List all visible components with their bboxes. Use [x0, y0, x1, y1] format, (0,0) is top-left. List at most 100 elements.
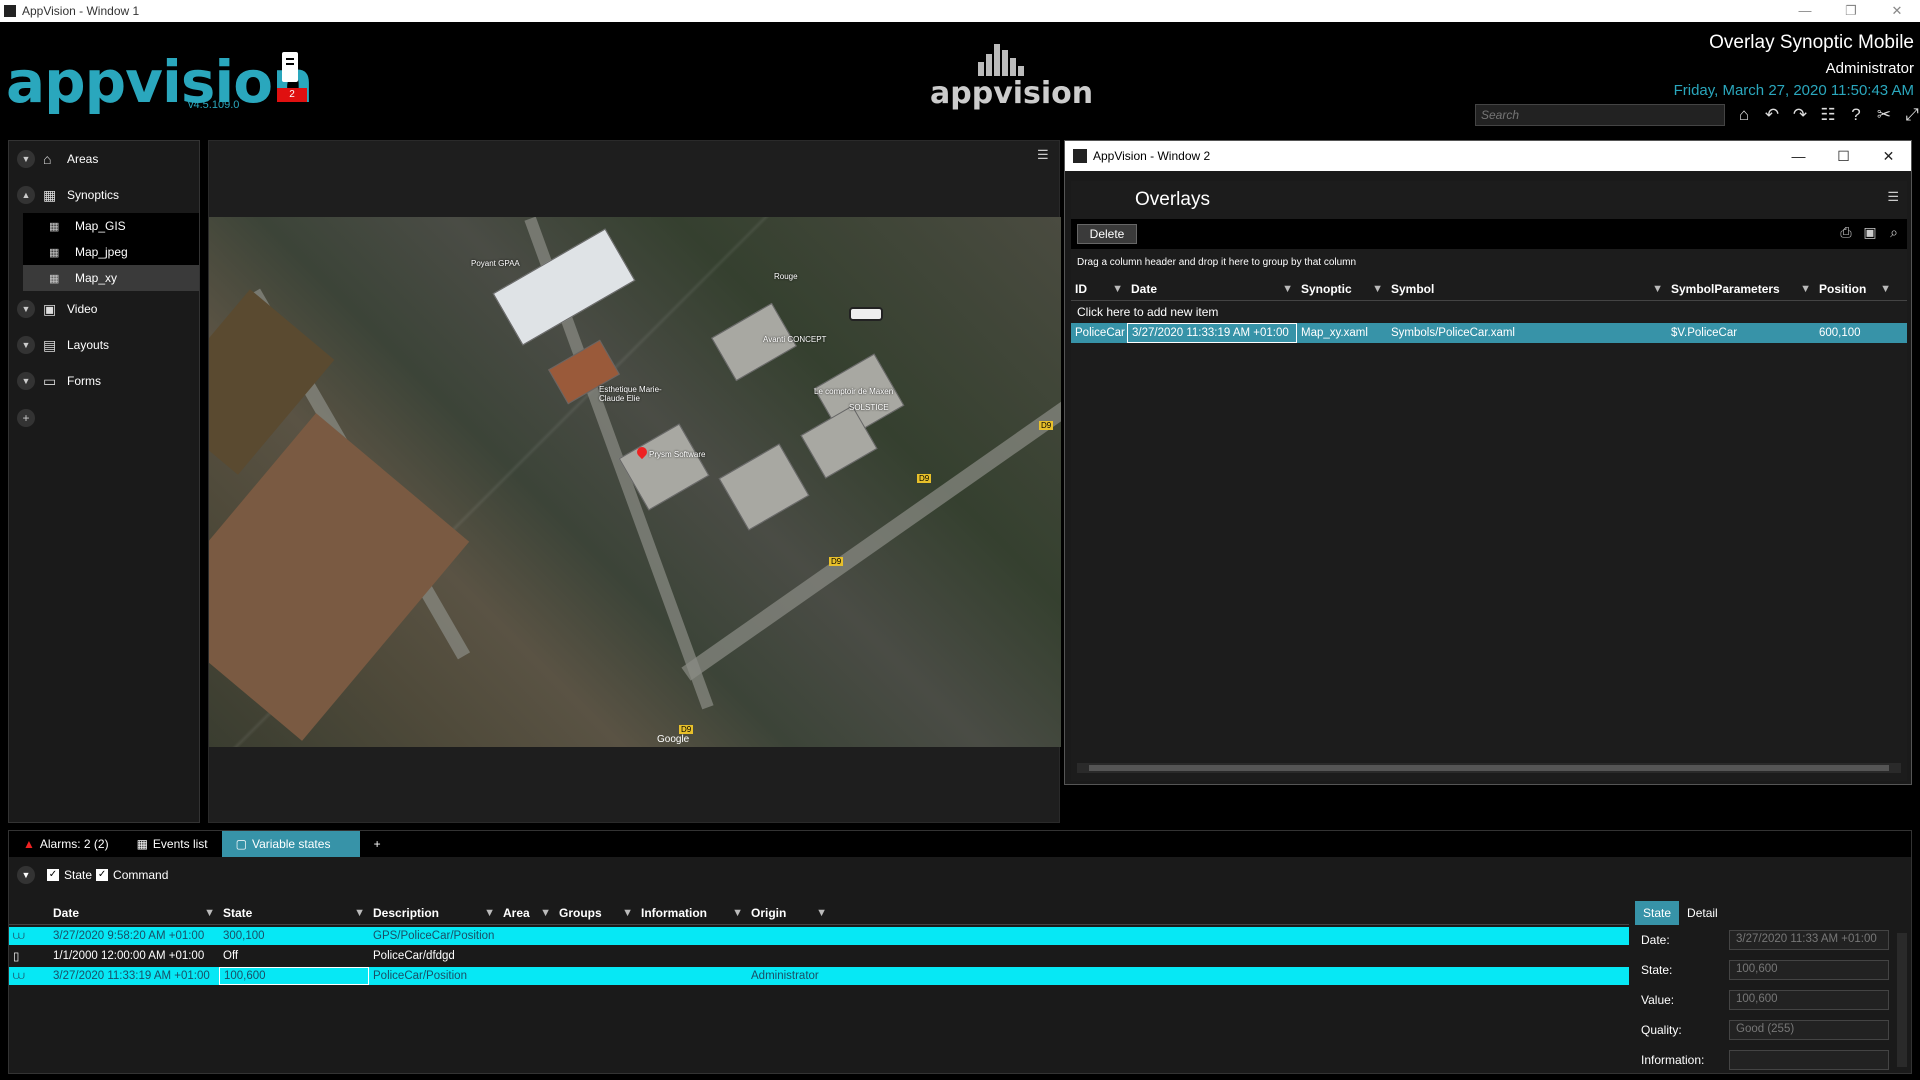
cell-date[interactable]: 3/27/2020 11:33:19 AM +01:00 [1127, 323, 1297, 343]
tab-events-list[interactable]: ▦ Events list [123, 831, 222, 857]
chevron-down-icon[interactable]: ▼ [17, 150, 35, 168]
close-button[interactable]: ✕ [1866, 148, 1911, 165]
column-header-information[interactable]: Information ▼ [637, 901, 747, 924]
cell-information[interactable] [637, 947, 747, 965]
column-header-state[interactable]: State ▼ [219, 901, 369, 924]
fullscreen-icon[interactable]: ⤢ [1901, 104, 1920, 126]
column-header-position[interactable]: Position ▼ [1815, 277, 1895, 300]
cell-information[interactable] [637, 927, 747, 945]
filter-icon[interactable]: ▼ [1880, 283, 1891, 295]
table-row[interactable]: ▯ 1/1/2000 12:00:00 AM +01:00 Off Police… [9, 947, 1629, 965]
cell-origin[interactable]: Administrator [747, 967, 831, 985]
chevron-down-icon[interactable]: ▼ [17, 300, 35, 318]
cell-information[interactable] [637, 967, 747, 985]
police-car-symbol[interactable] [849, 307, 883, 321]
column-header-symbolparameters[interactable]: SymbolParameters ▼ [1667, 277, 1815, 300]
horizontal-scrollbar[interactable] [1077, 763, 1901, 773]
sidebar-item-forms[interactable]: ▼ ▭ Forms [9, 363, 199, 399]
print-icon[interactable]: ⎙ [1837, 224, 1855, 242]
filter-icon[interactable]: ▼ [1372, 283, 1383, 295]
column-header-area[interactable]: Area ▼ [499, 901, 555, 924]
tab-detail[interactable]: Detail [1679, 901, 1726, 925]
sidebar-item-layouts[interactable]: ▼ ▤ Layouts [9, 327, 199, 363]
information-field[interactable] [1729, 1050, 1889, 1070]
filter-icon[interactable]: ▼ [484, 907, 495, 919]
hamburger-menu-icon[interactable]: ☰ [1887, 189, 1899, 205]
cell-origin[interactable] [747, 927, 831, 945]
close-button[interactable]: ✕ [1874, 3, 1920, 19]
add-new-item-row[interactable]: Click here to add new item [1071, 301, 1907, 323]
cell-area[interactable] [499, 947, 555, 965]
cell-area[interactable] [499, 927, 555, 945]
filter-icon[interactable]: ▼ [540, 907, 551, 919]
synoptic-item-map-gis[interactable]: ▦ Map_GIS [23, 213, 199, 239]
cell-symbol[interactable]: Symbols/PoliceCar.xaml [1387, 323, 1667, 343]
back-icon[interactable]: ↶ [1761, 104, 1783, 126]
column-header-id[interactable]: ID ▼ [1071, 277, 1127, 300]
command-checkbox[interactable]: ✓ [96, 869, 109, 881]
column-header-origin[interactable]: Origin ▼ [747, 901, 831, 924]
sidebar-item-video[interactable]: ▼ ▣ Video [9, 291, 199, 327]
table-row[interactable]: PoliceCar 3/27/2020 11:33:19 AM +01:00 M… [1071, 323, 1907, 343]
cell-groups[interactable] [555, 947, 637, 965]
filter-icon[interactable]: ▼ [622, 907, 633, 919]
search-icon[interactable]: ⌕ [1885, 224, 1903, 242]
state-checkbox[interactable]: ✓ [47, 869, 59, 881]
filter-icon[interactable]: ▼ [354, 907, 365, 919]
synoptic-item-map-xy[interactable]: ▦ Map_xy [23, 265, 199, 291]
column-header-groups[interactable]: Groups ▼ [555, 901, 637, 924]
cell-date[interactable]: 3/27/2020 11:33:19 AM +01:00 [49, 967, 219, 985]
filter-icon[interactable]: ▼ [204, 907, 215, 919]
state-field[interactable]: 100,600 [1729, 960, 1889, 980]
minimize-button[interactable]: — [1776, 148, 1821, 165]
filter-icon[interactable]: ▼ [1800, 283, 1811, 295]
quality-field[interactable]: Good (255) [1729, 1020, 1889, 1040]
hamburger-menu-icon[interactable]: ☰ [1037, 147, 1053, 163]
restore-button[interactable]: ❐ [1828, 3, 1874, 19]
column-header-date[interactable]: Date ▼ [1127, 277, 1297, 300]
filter-icon[interactable]: ▼ [1282, 283, 1293, 295]
server-icon[interactable] [282, 52, 298, 82]
help-icon[interactable]: ? [1845, 104, 1867, 126]
maximize-button[interactable]: ☐ [1821, 148, 1866, 165]
sidebar-item-areas[interactable]: ▼ ⌂ Areas [9, 141, 199, 177]
minimize-button[interactable]: — [1782, 3, 1828, 19]
tab-variable-states[interactable]: ▢ Variable states [221, 831, 360, 857]
cell-area[interactable] [499, 967, 555, 985]
cell-description[interactable]: GPS/PoliceCar/Position [369, 927, 499, 945]
cell-state[interactable]: Off [219, 947, 369, 965]
chevron-up-icon[interactable]: ▲ [17, 186, 35, 204]
filter-icon[interactable]: ▼ [816, 907, 827, 919]
filter-icon[interactable]: ▼ [732, 907, 743, 919]
column-header-symbol[interactable]: Symbol ▼ [1387, 277, 1667, 300]
chevron-down-icon[interactable]: ▼ [17, 866, 35, 884]
add-icon[interactable]: + [17, 409, 35, 427]
cell-description[interactable]: PoliceCar/dfdgd [369, 947, 499, 965]
cell-synoptic[interactable]: Map_xy.xaml [1297, 323, 1387, 343]
filter-icon[interactable]: ▼ [1112, 283, 1123, 295]
filter-icon[interactable]: ▼ [1652, 283, 1663, 295]
cell-date[interactable]: 3/27/2020 9:58:20 AM +01:00 [49, 927, 219, 945]
delete-button[interactable]: Delete [1077, 224, 1137, 244]
column-header-date[interactable]: Date ▼ [49, 901, 219, 924]
sidebar-item-synoptics[interactable]: ▲ ▦ Synoptics [9, 177, 199, 213]
search-input[interactable] [1475, 104, 1725, 126]
cell-groups[interactable] [555, 967, 637, 985]
vertical-scrollbar[interactable] [1897, 933, 1907, 1067]
cell-state[interactable]: 300,100 [219, 927, 369, 945]
value-field[interactable]: 100,600 [1729, 990, 1889, 1010]
tools-icon[interactable]: ✂ [1873, 104, 1895, 126]
cell-origin[interactable] [747, 947, 831, 965]
synoptic-item-map-jpeg[interactable]: ▦ Map_jpeg [23, 239, 199, 265]
home-icon[interactable]: ⌂ [1733, 104, 1755, 126]
cell-description[interactable]: PoliceCar/Position [369, 967, 499, 985]
satellite-map[interactable]: Poyant GPAA Avanti CONCEPT Esthetique Ma… [209, 217, 1061, 747]
chevron-down-icon[interactable]: ▼ [17, 336, 35, 354]
forward-icon[interactable]: ↷ [1789, 104, 1811, 126]
cell-position[interactable]: 600,100 [1815, 323, 1895, 343]
tab-state[interactable]: State [1635, 901, 1680, 925]
chevron-down-icon[interactable]: ▼ [17, 372, 35, 390]
cell-id[interactable]: PoliceCar [1071, 323, 1127, 343]
cell-symbolparameters[interactable]: $V.PoliceCar [1667, 323, 1815, 343]
column-header-description[interactable]: Description ▼ [369, 901, 499, 924]
